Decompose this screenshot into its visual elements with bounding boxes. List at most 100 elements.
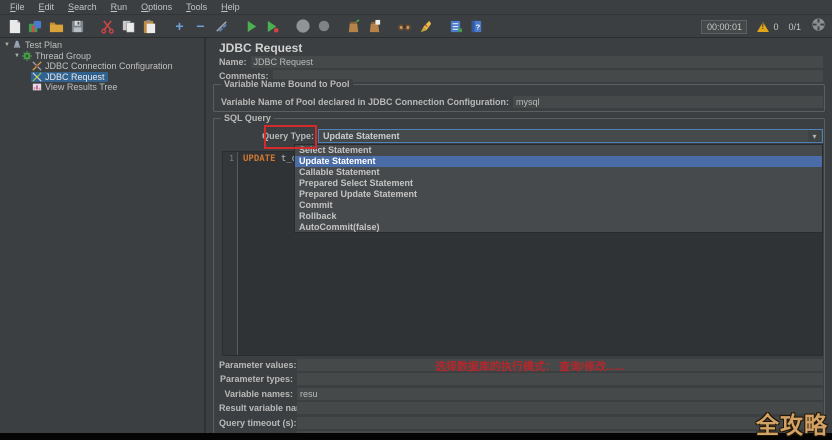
test-plan-tree: ▼ Test Plan ▼ Thread Group JDBC Connecti…	[0, 38, 206, 433]
plus-icon: +	[175, 19, 183, 33]
template-icon	[28, 19, 43, 34]
stop-button[interactable]	[292, 17, 313, 36]
bottom-black-bar	[0, 433, 832, 440]
expand-arrow-icon[interactable]: ▼	[3, 42, 11, 48]
warning-icon[interactable]	[757, 22, 769, 32]
menu-bar: File Edit Search Run Options Tools Help	[0, 0, 832, 15]
dropdown-option-autocommit-false[interactable]: AutoCommit(false)	[295, 221, 822, 232]
variable-names-input[interactable]: resu	[297, 388, 823, 400]
start-no-pauses-icon	[265, 19, 280, 34]
warning-count: 0	[773, 22, 778, 32]
copy-icon	[121, 19, 136, 34]
save-icon	[70, 19, 85, 34]
paste-clipboard-icon	[142, 19, 157, 34]
toggle-button[interactable]	[211, 17, 232, 36]
expand-arrow-icon[interactable]: ▼	[13, 53, 21, 59]
remove-button[interactable]: −	[190, 17, 211, 36]
config-element-icon	[32, 61, 42, 71]
cut-scissors-icon	[100, 19, 115, 34]
save-button[interactable]	[67, 17, 88, 36]
clear-button[interactable]	[343, 17, 364, 36]
clear-all-button[interactable]	[364, 17, 385, 36]
menu-search[interactable]: Search	[62, 2, 103, 12]
pool-name-input[interactable]: mysql	[513, 96, 823, 108]
results-chart-icon	[32, 82, 42, 92]
dropdown-option-prepared-select-statement[interactable]: Prepared Select Statement	[295, 178, 822, 189]
sql-keyword: UPDATE	[243, 154, 276, 164]
paste-button[interactable]	[139, 17, 160, 36]
page-title: JDBC Request	[219, 41, 302, 55]
comments-input[interactable]	[273, 70, 823, 82]
result-variable-name-label: Result variable name:	[219, 403, 293, 413]
open-folder-icon	[49, 19, 64, 34]
dropdown-option-commit[interactable]: Commit	[295, 199, 822, 210]
dropdown-option-update-statement[interactable]: Update Statement	[295, 156, 822, 167]
open-button[interactable]	[46, 17, 67, 36]
parameter-values-label: Parameter values:	[219, 360, 293, 370]
query-type-selected-value: Update Statement	[319, 131, 400, 141]
dropdown-option-rollback[interactable]: Rollback	[295, 210, 822, 221]
minus-icon: −	[196, 19, 204, 33]
test-plan-icon	[12, 40, 22, 50]
new-file-button[interactable]	[4, 17, 25, 36]
parameter-types-label: Parameter types:	[219, 374, 293, 384]
svg-text:?: ?	[476, 22, 481, 31]
editor-line-number-gutter: 1	[223, 152, 238, 355]
pool-group-title: Variable Name Bound to Pool	[221, 79, 353, 89]
active-threads-count: 0/1	[788, 22, 801, 32]
annotation-text: 选择数据库的执行模式： 查询/修改......	[435, 358, 624, 374]
tree-item-jdbc-connection-configuration[interactable]: JDBC Connection Configuration	[0, 61, 204, 72]
elapsed-timer: 00:00:01	[701, 20, 747, 34]
toolbar: + − ? 00:00:01 0 0/1	[0, 15, 832, 38]
template-button[interactable]	[25, 17, 46, 36]
toggle-icon	[214, 19, 229, 34]
menu-edit[interactable]: Edit	[33, 2, 61, 12]
function-helper-icon	[448, 19, 463, 34]
tree-item-test-plan[interactable]: ▼ Test Plan	[0, 40, 204, 51]
help-button[interactable]: ?	[466, 17, 487, 36]
clear-all-icon	[367, 19, 382, 34]
start-no-pauses-button[interactable]	[262, 17, 283, 36]
menu-options[interactable]: Options	[135, 2, 178, 12]
function-helper-button[interactable]	[445, 17, 466, 36]
watermark-text: 全攻略	[756, 406, 828, 440]
thread-group-icon	[22, 51, 32, 61]
start-button[interactable]	[241, 17, 262, 36]
query-timeout-input[interactable]	[297, 417, 823, 429]
remote-hosts-icon	[811, 17, 826, 37]
parameter-types-input[interactable]	[297, 373, 823, 385]
dropdown-option-prepared-update-statement[interactable]: Prepared Update Statement	[295, 189, 822, 200]
variable-names-label: Variable names:	[219, 389, 293, 399]
search-binoculars-icon	[397, 19, 412, 34]
search-reset-button[interactable]	[415, 17, 436, 36]
shutdown-button[interactable]	[313, 17, 334, 36]
tree-item-view-results-tree[interactable]: View Results Tree	[0, 82, 204, 93]
copy-button[interactable]	[118, 17, 139, 36]
jdbc-request-panel: JDBC Request Name: JDBC Request Comments…	[208, 38, 832, 433]
dropdown-option-callable-statement[interactable]: Callable Statement	[295, 167, 822, 178]
result-variable-name-input[interactable]	[297, 402, 823, 414]
cut-button[interactable]	[97, 17, 118, 36]
menu-help[interactable]: Help	[215, 2, 246, 12]
query-type-combobox[interactable]: Update Statement ▾	[318, 129, 823, 143]
menu-file[interactable]: File	[4, 2, 31, 12]
menu-run[interactable]: Run	[105, 2, 134, 12]
name-input[interactable]: JDBC Request	[251, 56, 823, 68]
search-reset-duster-icon	[418, 19, 433, 34]
sql-query-group-title: SQL Query	[221, 113, 274, 123]
shutdown-circle-icon	[317, 19, 331, 33]
start-play-icon	[244, 19, 259, 34]
dropdown-option-select-statement[interactable]: Select Statement	[295, 145, 822, 156]
query-type-dropdown-list: Select Statement Update Statement Callab…	[294, 144, 823, 233]
tree-item-jdbc-request[interactable]: JDBC Request	[0, 72, 204, 83]
line-number: 1	[229, 154, 234, 163]
query-timeout-label: Query timeout (s):	[219, 418, 293, 428]
search-button[interactable]	[394, 17, 415, 36]
menu-tools[interactable]: Tools	[180, 2, 213, 12]
toolbar-status-cluster: 00:00:01 0 0/1	[701, 15, 826, 38]
help-book-icon: ?	[469, 19, 484, 34]
sampler-icon	[32, 72, 42, 82]
add-button[interactable]: +	[169, 17, 190, 36]
chevron-down-icon[interactable]: ▾	[808, 130, 821, 142]
tree-item-thread-group[interactable]: ▼ Thread Group	[0, 51, 204, 62]
